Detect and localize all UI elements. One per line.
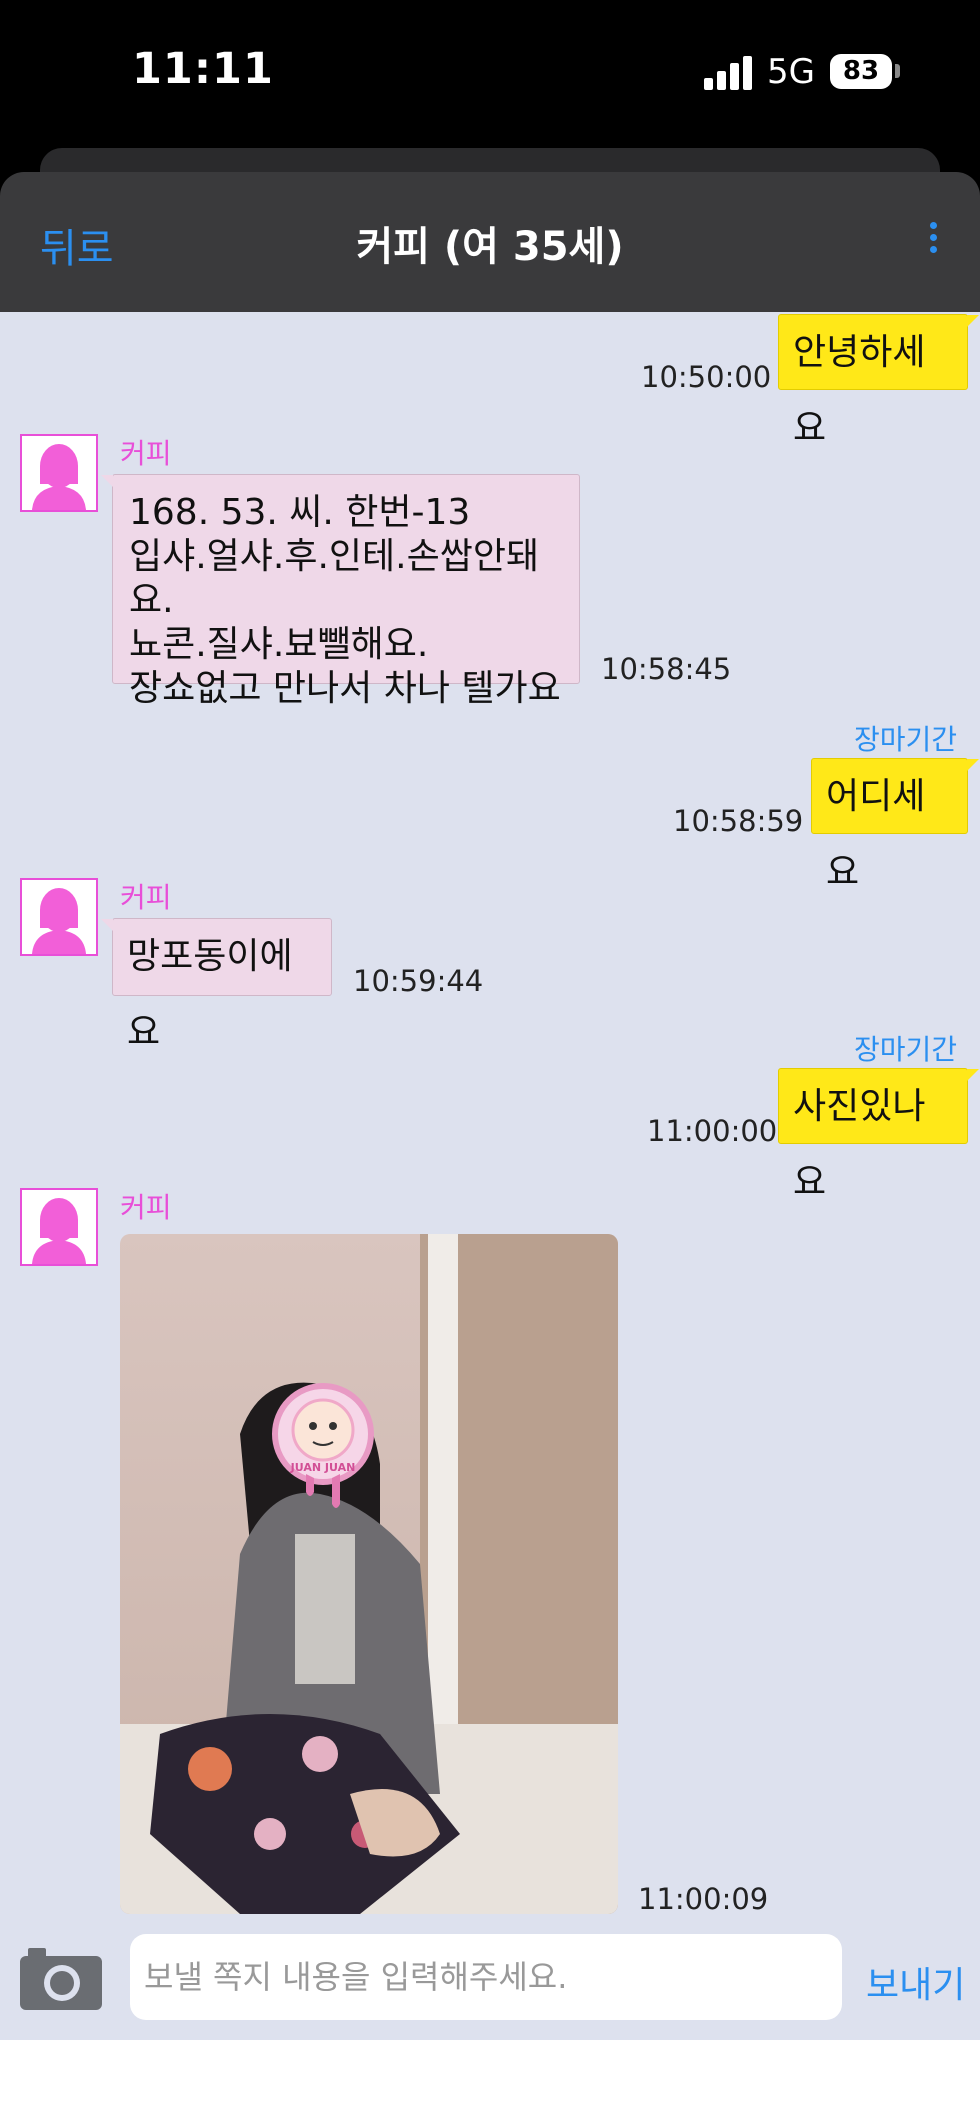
message-line: 168. 53. 씨. 한번-13 [129,492,471,533]
outgoing-message-bubble[interactable]: 어디세요 [811,758,979,893]
camera-icon[interactable] [18,1944,104,2012]
incoming-message-bubble[interactable]: 168. 53. 씨. 한번-13 입샤.얼샤.후.인테.손쌉안돼요. 뇨콘.질… [101,474,580,709]
sender-name: 장마기간 [854,1033,958,1066]
message-time: 11:00:09 [638,1882,769,1914]
sender-name: 커피 [120,881,172,914]
battery-cap [895,64,900,78]
photo-message[interactable]: JUAN JUAN [120,1234,618,1914]
svg-text:JUAN JUAN: JUAN JUAN [290,1461,356,1474]
incoming-message-bubble[interactable]: 망포동이에요 [101,918,332,1053]
sender-name: 장마기간 [854,723,958,756]
sender-name: 커피 [120,1191,172,1224]
outgoing-message-bubble[interactable]: 안녕하세요 [778,314,979,449]
female-avatar-icon [32,888,86,954]
female-avatar-icon [32,1198,86,1264]
app-header: 뒤로 커피 (여 35세) [0,172,980,312]
message-line: 입샤.얼샤.후.인테.손쌉안돼요. [129,536,540,621]
avatar[interactable] [20,878,98,956]
bottom-safe-area [0,2040,980,2124]
chat-area[interactable]: 안녕하세요 10:50:00 커피 168. 53. 씨. 한번-13 입샤.얼… [0,312,980,1914]
message-time: 10:58:59 [673,804,804,838]
camera-glyph [20,1948,102,2010]
message-line: 뇨콘.질샤.뵤뺄해요. [129,624,429,665]
message-line: 장쇼없고 만나서 차나 텔가요 [129,668,561,709]
outgoing-message-bubble[interactable]: 사진있나요 [778,1068,979,1203]
message-time: 10:50:00 [641,360,772,394]
more-options-icon[interactable] [926,222,940,262]
battery-icon: 83 [830,54,892,89]
network-label: 5G [767,52,815,92]
signal-icon [704,54,754,90]
message-input[interactable] [130,1934,842,2020]
avatar[interactable] [20,1188,98,1266]
female-avatar-icon [32,444,86,510]
status-bar: 11:11 5G 83 [0,0,980,150]
message-input-bar: 보내기 [0,1914,980,2040]
message-time: 11:00:00 [647,1114,778,1148]
photo-image: JUAN JUAN [120,1234,618,1914]
page-title: 커피 (여 35세) [356,224,624,270]
message-time: 10:59:44 [353,964,484,998]
sender-name: 커피 [120,437,172,470]
message-time: 10:58:45 [601,652,732,686]
avatar[interactable] [20,434,98,512]
status-time: 11:11 [132,44,274,94]
send-button[interactable]: 보내기 [866,1956,965,2008]
